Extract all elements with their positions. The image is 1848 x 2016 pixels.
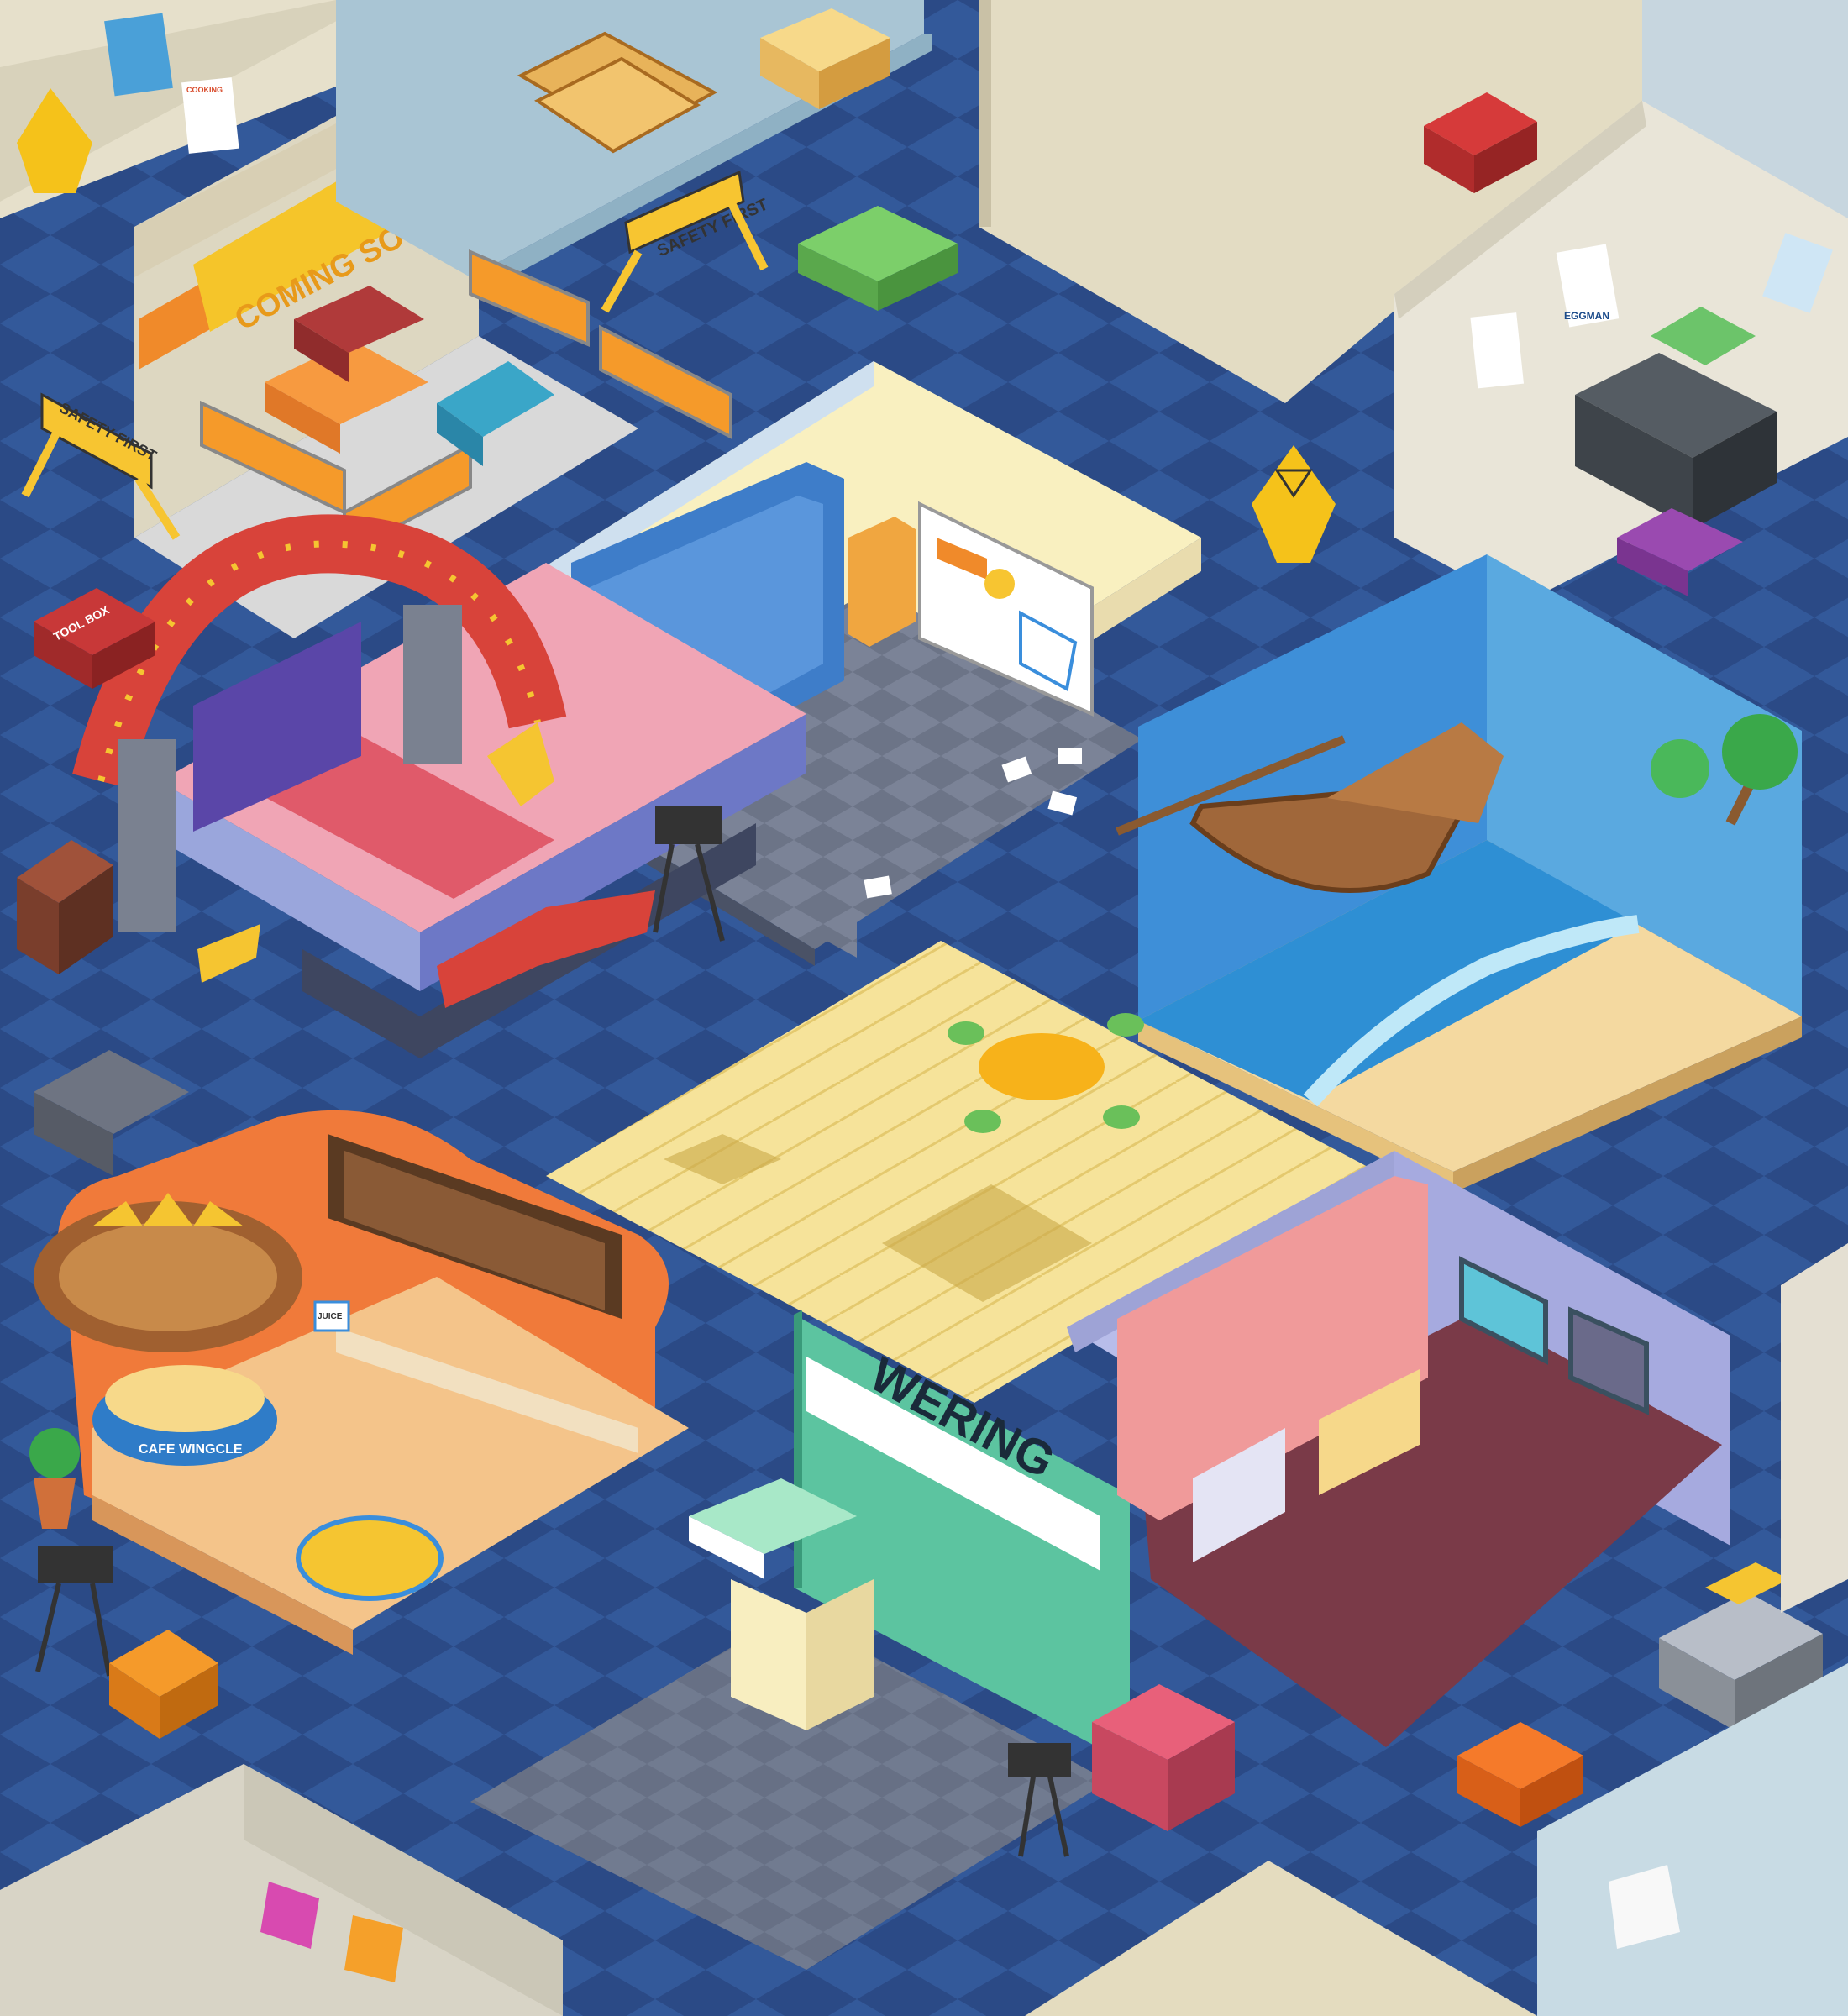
isometric-studio-scene: COMING SOON SAFETY FIRST SAFETY FIRST EG… (0, 0, 1848, 2016)
eggman-poster-text: EGGMAN (1564, 310, 1609, 322)
right-edge-room (1781, 1243, 1848, 1613)
cooking-poster-text: COOKING (186, 86, 223, 94)
cafe-cup-text: CAFE WINGCLE (139, 1442, 243, 1457)
cafe-menu-poster-text: JUICE (318, 1312, 343, 1321)
